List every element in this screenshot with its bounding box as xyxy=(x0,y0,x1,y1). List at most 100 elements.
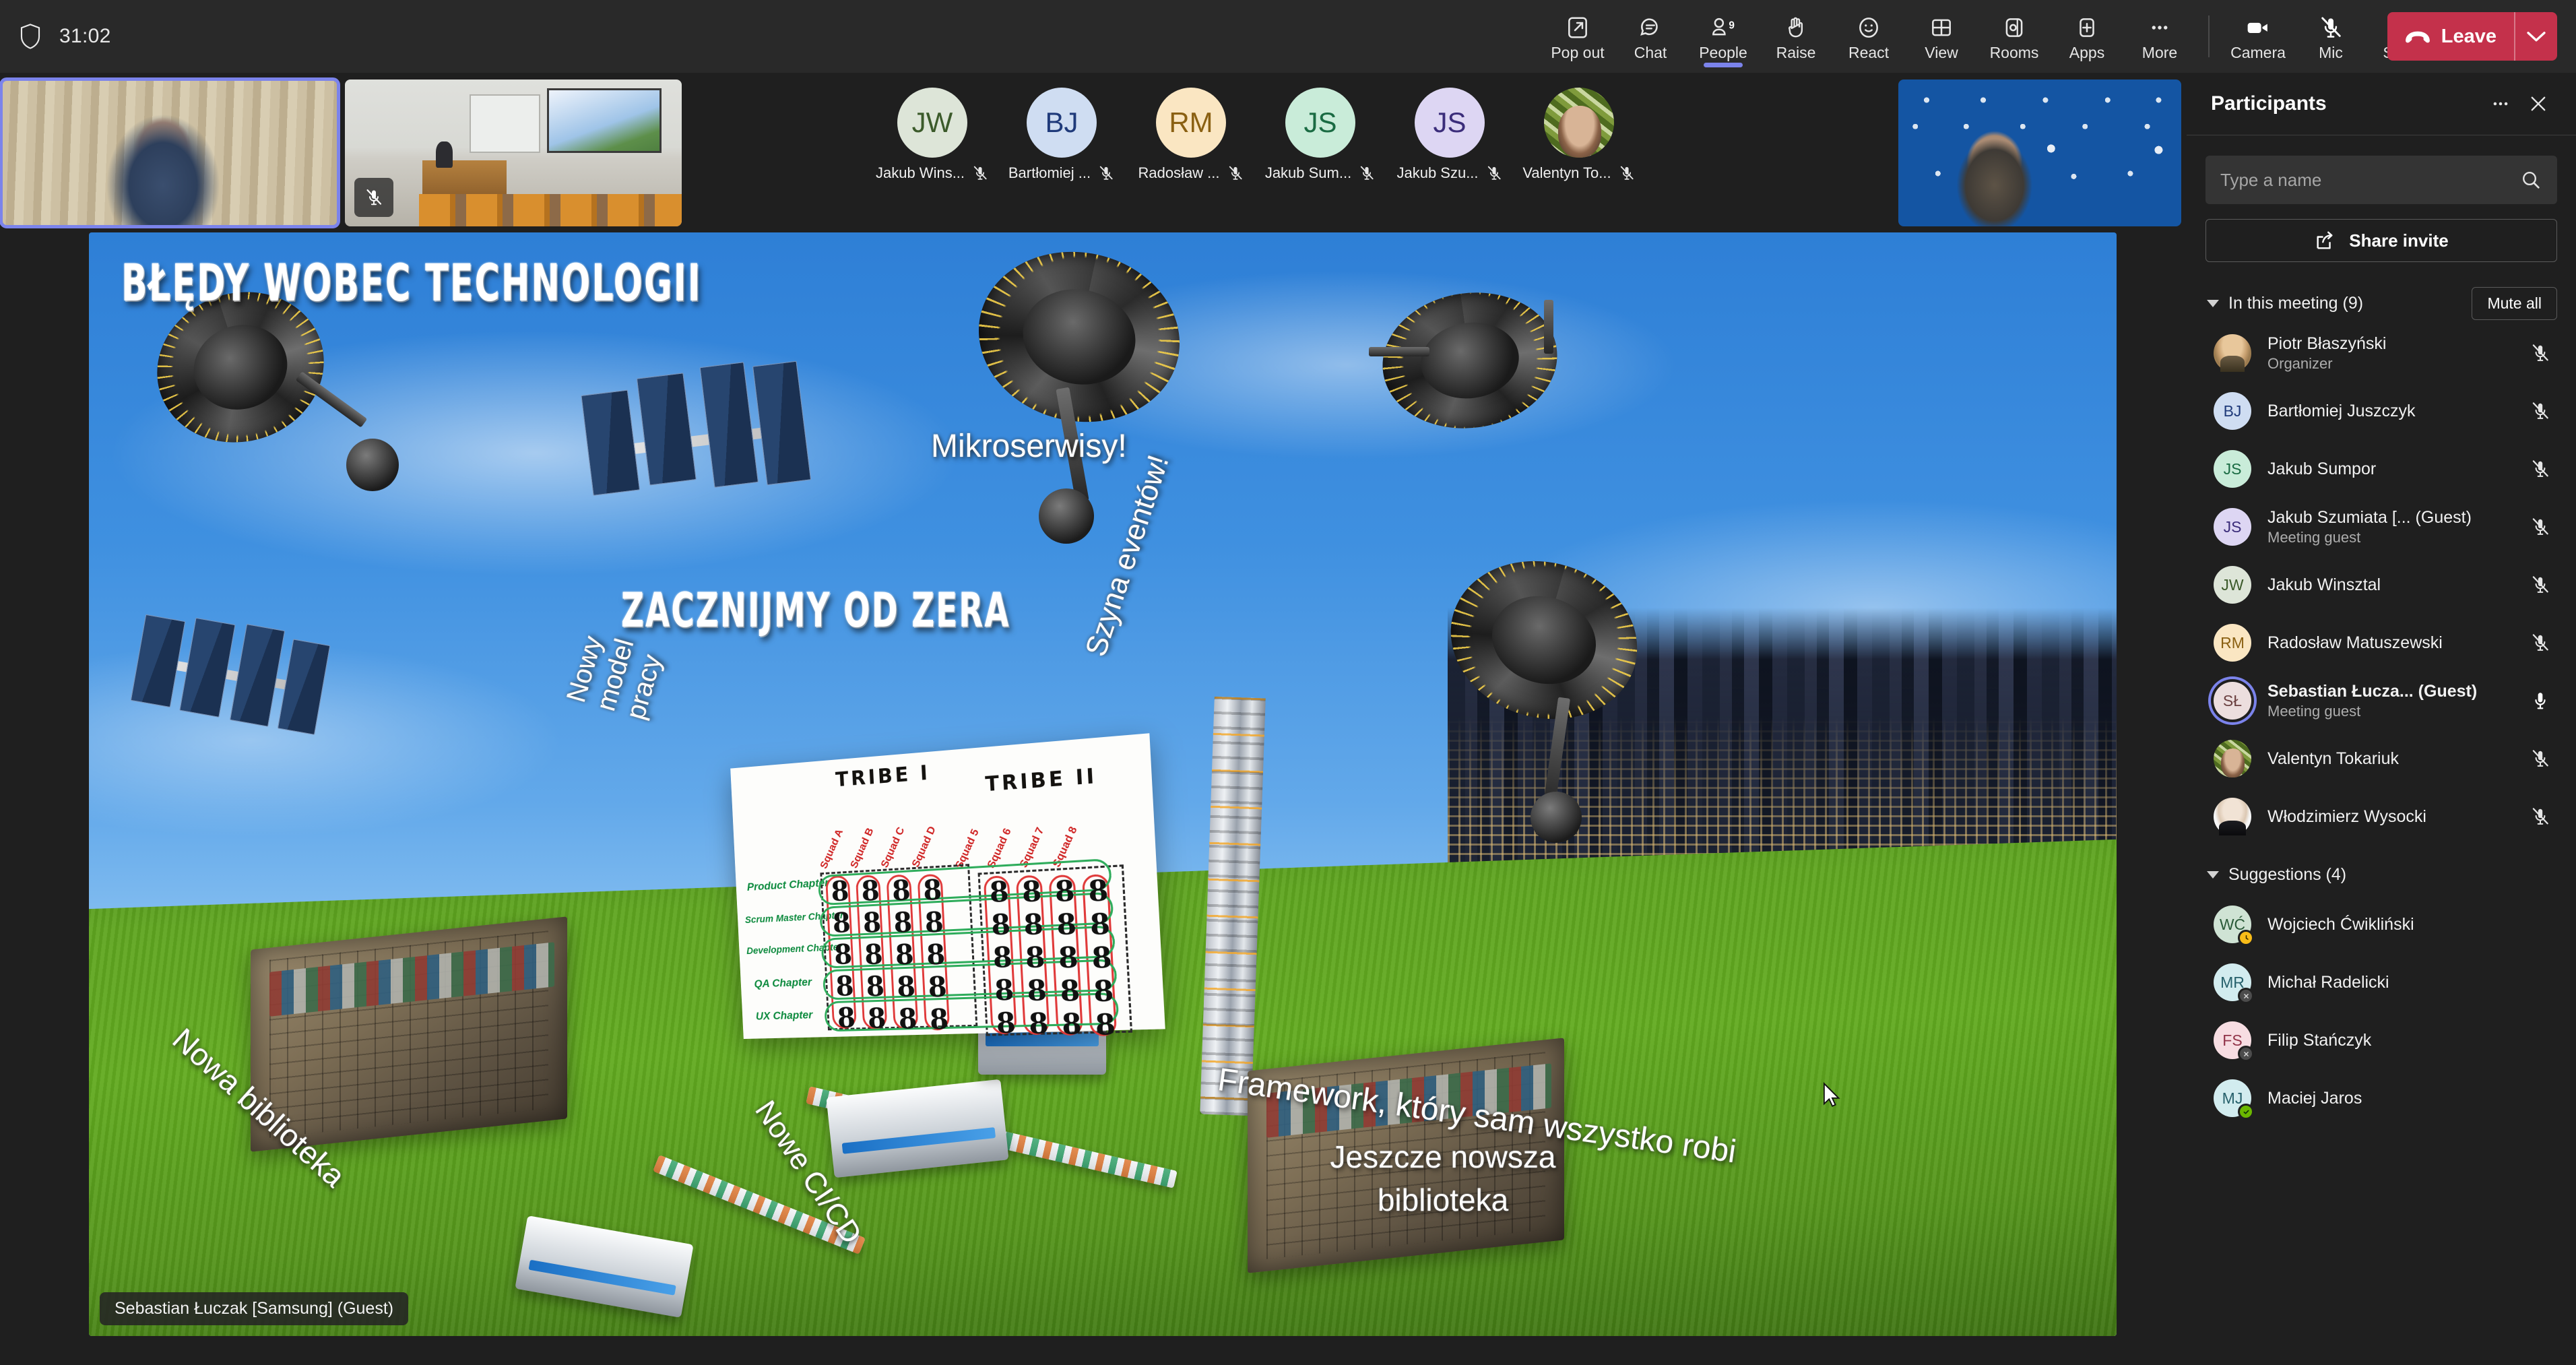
whiteboard-figure: 8 xyxy=(1091,941,1113,976)
toolbar-button-react[interactable]: React xyxy=(1834,4,1904,69)
participant-name: Jakub Szumiata [... (Guest) xyxy=(2267,507,2472,527)
toolbar-button-pop-out[interactable]: Pop out xyxy=(1543,4,1613,69)
avatar: WĆ xyxy=(2214,906,2254,946)
chat-icon xyxy=(1638,13,1663,42)
participant-mic-status[interactable] xyxy=(2523,806,2557,827)
toolbar-button-raise[interactable]: Raise xyxy=(1761,4,1831,69)
whiteboard-figure: 8 xyxy=(894,938,915,972)
toolbar-button-camera[interactable]: Camera xyxy=(2223,4,2293,69)
toolbar-button-view[interactable]: View xyxy=(1906,4,1976,69)
roster-name: Jakub Szu... xyxy=(1396,164,1479,181)
participant-row[interactable]: Włodzimierz Wysocki xyxy=(2187,788,2576,846)
roster-tile-1[interactable]: BJ Bartłomiej ... xyxy=(1008,88,1113,182)
panel-more-button[interactable] xyxy=(2482,85,2519,123)
toolbar-button-chat[interactable]: Chat xyxy=(1615,4,1685,69)
roster-name-row: Radosław ... xyxy=(1138,164,1244,182)
participant-row[interactable]: JS Jakub Sumpor xyxy=(2187,440,2576,498)
roster-tile-2[interactable]: RM Radosław ... xyxy=(1138,88,1244,182)
whiteboard-figure: 8 xyxy=(924,906,944,939)
participant-mic-status[interactable] xyxy=(2523,748,2557,769)
participant-mic-status[interactable] xyxy=(2523,342,2557,364)
whiteboard-figure: 8 xyxy=(1057,941,1079,975)
leave-dropdown-button[interactable] xyxy=(2515,12,2557,61)
apps-plus-icon xyxy=(2074,13,2100,42)
participant-row[interactable]: RM Radosław Matuszewski xyxy=(2187,614,2576,672)
suggestion-name: Maciej Jaros xyxy=(2267,1088,2362,1108)
participants-panel: Participants Type a name Share invite In… xyxy=(2187,73,2576,1365)
mute-all-button[interactable]: Mute all xyxy=(2472,286,2557,320)
mic-off-icon xyxy=(1620,166,1634,180)
participant-mic-status[interactable] xyxy=(2523,632,2557,654)
raise-hand-icon xyxy=(1783,13,1809,42)
participant-mic-status[interactable] xyxy=(2523,690,2557,711)
whiteboard-figure: 8 xyxy=(893,906,913,939)
in-meeting-section-header[interactable]: In this meeting (9) Mute all xyxy=(2187,282,2576,324)
search-input[interactable] xyxy=(2220,169,2519,191)
whiteboard-chapter-4: UX Chapter xyxy=(755,1008,813,1023)
participant-row[interactable]: BJ Bartłomiej Juszczyk xyxy=(2187,382,2576,440)
pop-out-icon xyxy=(1565,13,1590,42)
participant-name: Bartłomiej Juszczyk xyxy=(2267,401,2416,420)
suggestion-row[interactable]: MR Michał Radelicki xyxy=(2187,953,2576,1011)
whiteboard-figure: 8 xyxy=(1093,974,1115,1009)
panel-close-button[interactable] xyxy=(2519,85,2557,123)
participant-row[interactable]: Valentyn Tokariuk xyxy=(2187,730,2576,788)
mic-off-icon xyxy=(2532,750,2548,767)
toolbar-label: Raise xyxy=(1776,43,1816,61)
leave-button[interactable]: Leave xyxy=(2387,12,2514,61)
mic-off-icon xyxy=(2532,518,2548,535)
room-person xyxy=(436,141,453,168)
suggestion-row[interactable]: WĆ Wojciech Ćwikliński xyxy=(2187,895,2576,953)
avatar-initials: SŁ xyxy=(2222,691,2243,709)
avatar: BJ xyxy=(1027,88,1097,158)
mic-off-icon xyxy=(2532,344,2548,361)
participant-mic-status[interactable] xyxy=(2523,458,2557,480)
participant-row[interactable]: JW Jakub Winsztal xyxy=(2187,556,2576,614)
whiteboard-figure: 8 xyxy=(1021,875,1043,909)
mic-off-icon xyxy=(366,189,382,205)
video-tile-headphones[interactable] xyxy=(1898,80,2181,226)
roster-name-row: Bartłomiej ... xyxy=(1008,164,1115,182)
participant-row-active-speaker[interactable]: SŁ Sebastian Łucza... (Guest) Meeting gu… xyxy=(2187,672,2576,730)
search-icon xyxy=(2523,172,2540,189)
roster-tile-0[interactable]: JW Jakub Wins... xyxy=(876,88,987,182)
mic-off-icon xyxy=(2532,634,2548,651)
shared-content-stage[interactable]: TRIBE I TRIBE II Squad A Squad B Squad C… xyxy=(89,232,2117,1336)
whiteboard-diagram: TRIBE I TRIBE II Squad A Squad B Squad C… xyxy=(730,733,1165,1042)
suggestion-row[interactable]: MJ Maciej Jaros xyxy=(2187,1069,2576,1127)
whiteboard-figure: 8 xyxy=(866,1002,887,1035)
whiteboard-figure: 8 xyxy=(896,970,917,1004)
whiteboard-squad-0: Squad A xyxy=(818,827,845,871)
toolbar-button-rooms[interactable]: Rooms xyxy=(1979,4,2049,69)
toolbar-button-mic[interactable]: Mic xyxy=(2296,4,2366,69)
participant-mic-status[interactable] xyxy=(2523,400,2557,422)
participant-mic-status[interactable] xyxy=(2523,574,2557,596)
toolbar-button-more[interactable]: More xyxy=(2125,4,2195,69)
toolbar-button-apps[interactable]: Apps xyxy=(2052,4,2122,69)
participant-row[interactable]: Piotr Błaszyński Organizer xyxy=(2187,324,2576,382)
toolbar-button-people[interactable]: 9 People xyxy=(1688,4,1758,69)
whiteboard-figure: 8 xyxy=(1060,1007,1083,1042)
suggestion-name: Wojciech Ćwikliński xyxy=(2267,914,2414,934)
avatar-initials: JW xyxy=(2221,575,2244,594)
participant-name: Piotr Błaszyński xyxy=(2267,334,2387,353)
suggestion-name: Filip Stańczyk xyxy=(2267,1030,2372,1050)
video-tile-presenter[interactable] xyxy=(0,77,340,228)
leave-label: Leave xyxy=(2441,25,2497,47)
toolbar-left-group: 31:02 xyxy=(0,23,377,50)
suggestions-section-header[interactable]: Suggestions (4) xyxy=(2187,854,2576,895)
space-station-3 xyxy=(1355,273,1611,448)
roster-tile-5[interactable]: Valentyn To... xyxy=(1522,88,1634,182)
share-invite-button[interactable]: Share invite xyxy=(2205,219,2557,262)
participant-text: Włodzimierz Wysocki xyxy=(2251,807,2523,827)
whiteboard-squad-3: Squad D xyxy=(910,825,938,870)
suggestion-row[interactable]: FS Filip Stańczyk xyxy=(2187,1011,2576,1069)
roster-tile-4[interactable]: JS Jakub Szu... xyxy=(1396,88,1501,182)
participant-search[interactable] xyxy=(2205,156,2557,204)
roster-tile-3[interactable]: JS Jakub Sum... xyxy=(1265,88,1374,182)
participant-row[interactable]: JS Jakub Szumiata [... (Guest) Meeting g… xyxy=(2187,498,2576,556)
participant-mic-status[interactable] xyxy=(2523,516,2557,538)
shield-icon xyxy=(20,24,40,49)
video-tile-lecture-room[interactable] xyxy=(345,80,682,226)
whiteboard-figure: 8 xyxy=(988,875,1010,910)
